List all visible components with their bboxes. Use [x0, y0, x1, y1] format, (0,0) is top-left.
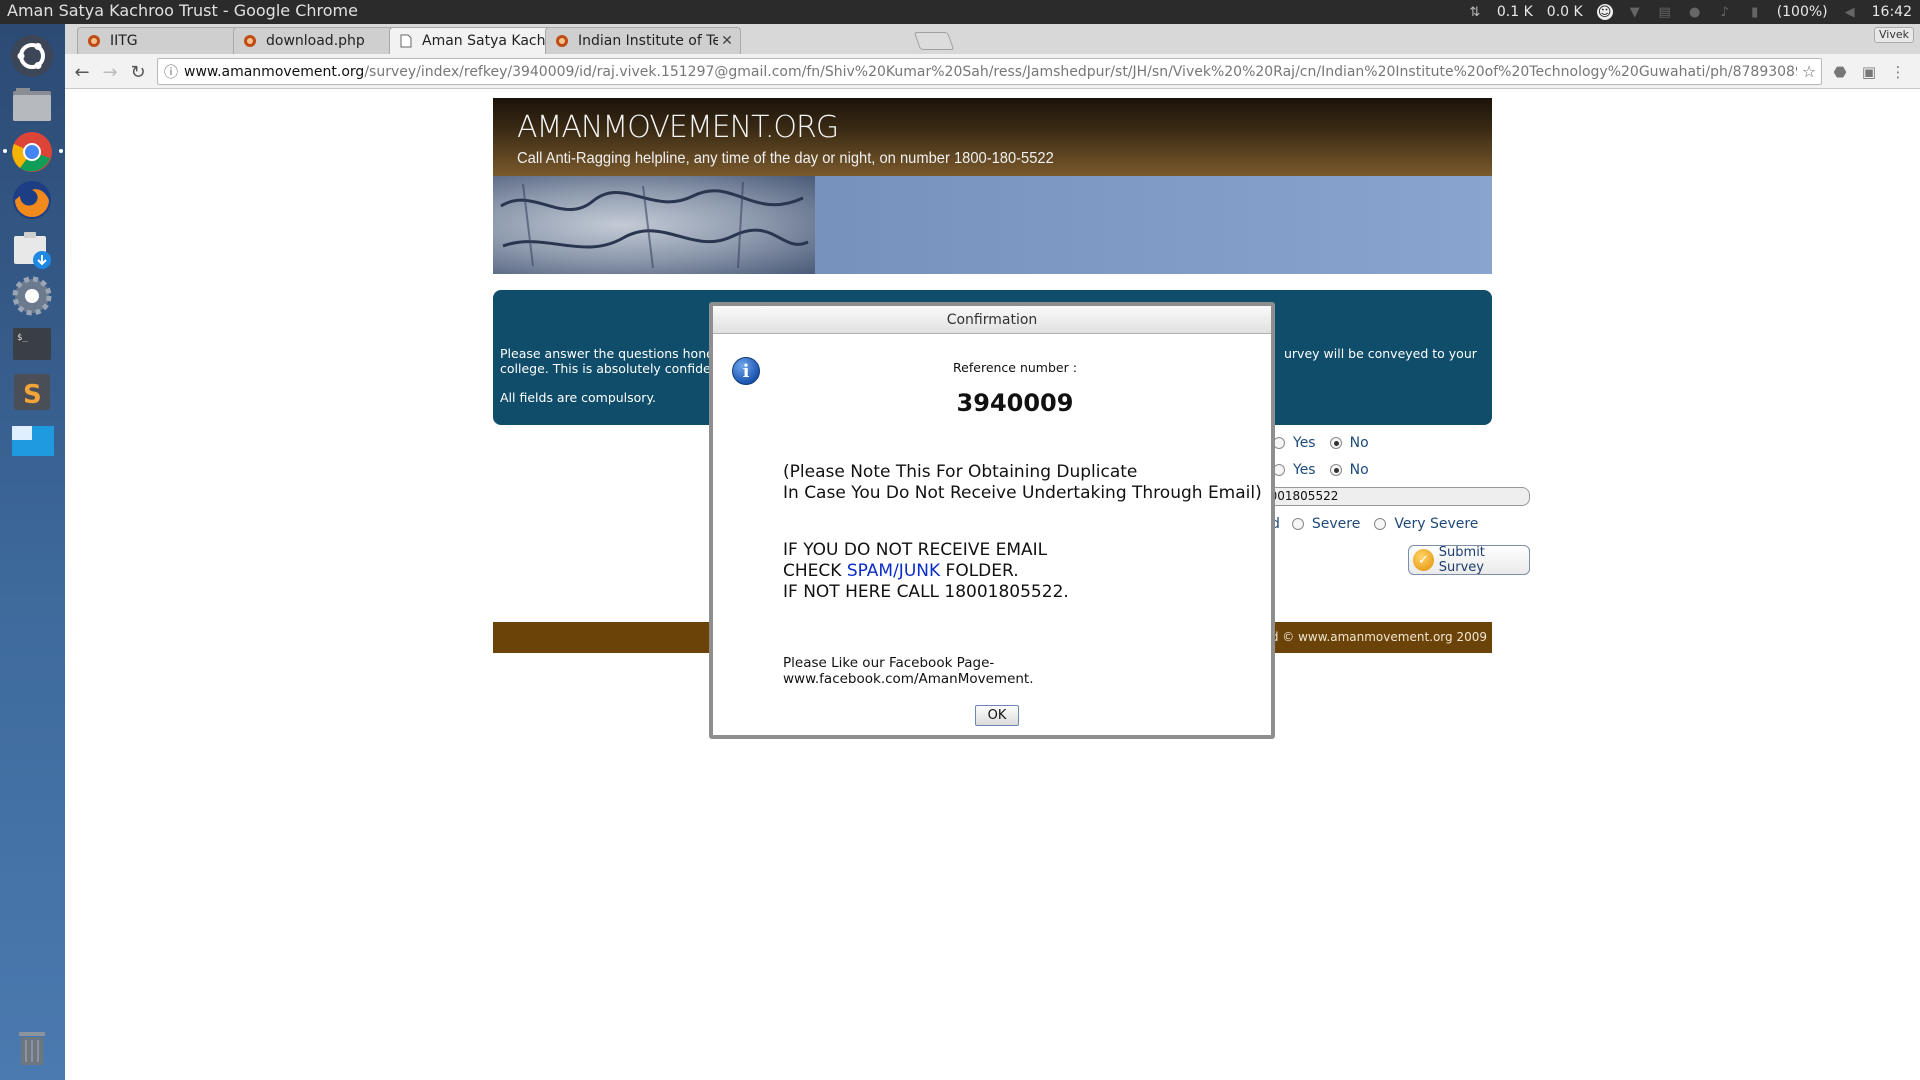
- note-line-1: (Please Note This For Obtaining Duplicat…: [783, 462, 1138, 482]
- battery-icon[interactable]: ▮: [1747, 4, 1763, 20]
- settings-icon[interactable]: [8, 272, 56, 320]
- trash-icon[interactable]: [8, 1022, 56, 1070]
- back-arrow-icon[interactable]: ←: [70, 60, 94, 84]
- ubuntu-dash-icon[interactable]: [8, 32, 56, 80]
- check-text: CHECK: [783, 561, 847, 581]
- site-favicon-icon: [554, 33, 570, 49]
- sublime-text-icon[interactable]: S: [8, 368, 56, 416]
- dialog-title[interactable]: Confirmation: [713, 306, 1271, 334]
- site-logo[interactable]: AMANMOVEMENT.ORG: [517, 110, 839, 145]
- keyboard-layout-icon[interactable]: ▤: [1657, 4, 1673, 20]
- profile-button[interactable]: Vivek: [1874, 27, 1914, 43]
- chrome-icon[interactable]: [3, 128, 63, 176]
- facebook-line-1: Please Like our Facebook Page-: [783, 655, 995, 671]
- page-document-icon: [398, 33, 414, 49]
- lock-icon[interactable]: ●: [1687, 4, 1703, 20]
- ok-button[interactable]: OK: [975, 705, 1019, 726]
- bookmark-star-icon[interactable]: ☆: [1797, 62, 1821, 81]
- notification-bell-icon[interactable]: ♪: [1717, 4, 1733, 20]
- severity-very-severe-radio[interactable]: [1374, 518, 1387, 530]
- svg-text:S: S: [23, 380, 42, 410]
- extension-shield-icon[interactable]: ⬣: [1829, 61, 1851, 83]
- header-banner: [493, 176, 1492, 274]
- q2-no-label: No: [1349, 462, 1369, 478]
- phone-number-input[interactable]: 8001805522: [1255, 487, 1530, 506]
- privacy-indicator-icon[interactable]: ☺: [1596, 4, 1613, 20]
- site-info-icon[interactable]: ⓘ: [158, 62, 184, 82]
- files-icon[interactable]: [8, 80, 56, 128]
- email-warning-line-1: IF YOU DO NOT RECEIVE EMAIL: [783, 540, 1048, 560]
- folder-text: FOLDER.: [940, 561, 1019, 581]
- header-top-band: AMANMOVEMENT.ORG Call Anti-Ragging helpl…: [493, 98, 1492, 176]
- tab-indian-institute[interactable]: Indian Institute of Te ✕: [545, 27, 741, 54]
- severity-options: d Severe Very Severe: [1271, 516, 1478, 532]
- checkmark-icon: ✓: [1413, 549, 1434, 571]
- reference-label: Reference number :: [953, 360, 1077, 375]
- q2-no-radio[interactable]: [1329, 464, 1342, 476]
- svg-text:$_: $_: [17, 333, 28, 343]
- reference-number: 3940009: [956, 389, 1074, 417]
- window-title: Aman Satya Kachroo Trust - Google Chrome: [7, 1, 358, 20]
- severity-severe-label: Severe: [1311, 516, 1361, 532]
- site-favicon-icon: [242, 33, 258, 49]
- severity-severe-radio[interactable]: [1291, 518, 1304, 530]
- intro-text-left-2: college. This is absolutely confident: [500, 361, 724, 376]
- question-2-options: Yes No: [1273, 462, 1369, 478]
- tab-strip: IITG ✕ download.php ✕ Aman Satya Kachroo…: [65, 24, 1920, 54]
- q1-yes-label: Yes: [1293, 435, 1316, 451]
- new-tab-button[interactable]: [913, 32, 955, 50]
- extension-cast-icon[interactable]: ▣: [1858, 61, 1880, 83]
- tab-label: Aman Satya Kachroo: [422, 33, 558, 49]
- battery-percent: (100%): [1776, 4, 1828, 20]
- footer-copyright: rved © www.amanmovement.org 2009: [1251, 630, 1487, 644]
- tab-label: IITG: [110, 33, 138, 49]
- launcher: $_ S: [0, 24, 65, 1080]
- facebook-line-2: www.facebook.com/AmanMovement.: [783, 671, 1034, 687]
- clock[interactable]: 16:42: [1872, 4, 1912, 20]
- q1-no-radio[interactable]: [1329, 437, 1342, 449]
- q1-no-label: No: [1349, 435, 1369, 451]
- net-up-text: 0.1 K: [1496, 4, 1533, 20]
- intro-text-right: urvey will be conveyed to your: [1284, 346, 1477, 361]
- system-top-bar: Aman Satya Kachroo Trust - Google Chrome…: [0, 0, 1920, 24]
- question-1-options: Yes No: [1273, 435, 1369, 451]
- severity-very-severe-label: Very Severe: [1394, 516, 1479, 532]
- tab-close-icon[interactable]: ✕: [718, 33, 736, 49]
- workspace-switcher-icon[interactable]: [8, 416, 56, 464]
- intro-text-left: Please answer the questions honest: [500, 346, 726, 361]
- browser-toolbar: ← → ↻ ⓘ www.amanmovement.org /survey/ind…: [65, 54, 1920, 89]
- wifi-icon[interactable]: ▼: [1627, 4, 1643, 20]
- terminal-icon[interactable]: $_: [8, 320, 56, 368]
- forward-arrow-icon[interactable]: →: [98, 60, 122, 84]
- site-header: AMANMOVEMENT.ORG Call Anti-Ragging helpl…: [493, 98, 1492, 274]
- site-favicon-icon: [86, 33, 102, 49]
- url-host: www.amanmovement.org: [184, 63, 365, 80]
- dialog-body: Confirmation i Reference number : 394000…: [713, 306, 1271, 735]
- network-transfer-icon[interactable]: ⇅: [1467, 4, 1483, 20]
- system-tray: ⇅ 0.1 K 0.0 K ☺ ▼ ▤ ● ♪ ▮ (100%) ◀ 16:42: [1467, 0, 1912, 24]
- spam-junk-text: SPAM/JUNK: [846, 561, 941, 581]
- q2-yes-label: Yes: [1293, 462, 1316, 478]
- site-tagline: Call Anti-Ragging helpline, any time of …: [517, 150, 1054, 167]
- chrome-menu-icon[interactable]: ⋮: [1887, 61, 1909, 83]
- tab-label: Indian Institute of Te: [578, 33, 718, 49]
- volume-icon[interactable]: ◀: [1842, 4, 1858, 20]
- downloads-icon[interactable]: [8, 224, 56, 272]
- banner-image: [493, 176, 815, 274]
- email-warning-line-2: CHECK SPAM/JUNK FOLDER.: [783, 561, 1019, 581]
- email-warning-line-3: IF NOT HERE CALL 18001805522.: [783, 582, 1069, 602]
- address-bar[interactable]: ⓘ www.amanmovement.org /survey/index/ref…: [157, 58, 1822, 85]
- confirmation-dialog: Confirmation i Reference number : 394000…: [709, 302, 1275, 739]
- submit-survey-button[interactable]: ✓ Submit Survey: [1408, 545, 1530, 575]
- net-down-text: 0.0 K: [1546, 4, 1583, 20]
- note-line-2: In Case You Do Not Receive Undertaking T…: [783, 483, 1262, 503]
- reload-icon[interactable]: ↻: [126, 60, 150, 84]
- tab-label: download.php: [266, 33, 365, 49]
- firefox-icon[interactable]: [8, 176, 56, 224]
- url-path: /survey/index/refkey/3940009/id/raj.vive…: [364, 63, 1797, 80]
- compulsory-note: All fields are compulsory.: [500, 390, 657, 405]
- submit-survey-label: Submit Survey: [1438, 545, 1485, 575]
